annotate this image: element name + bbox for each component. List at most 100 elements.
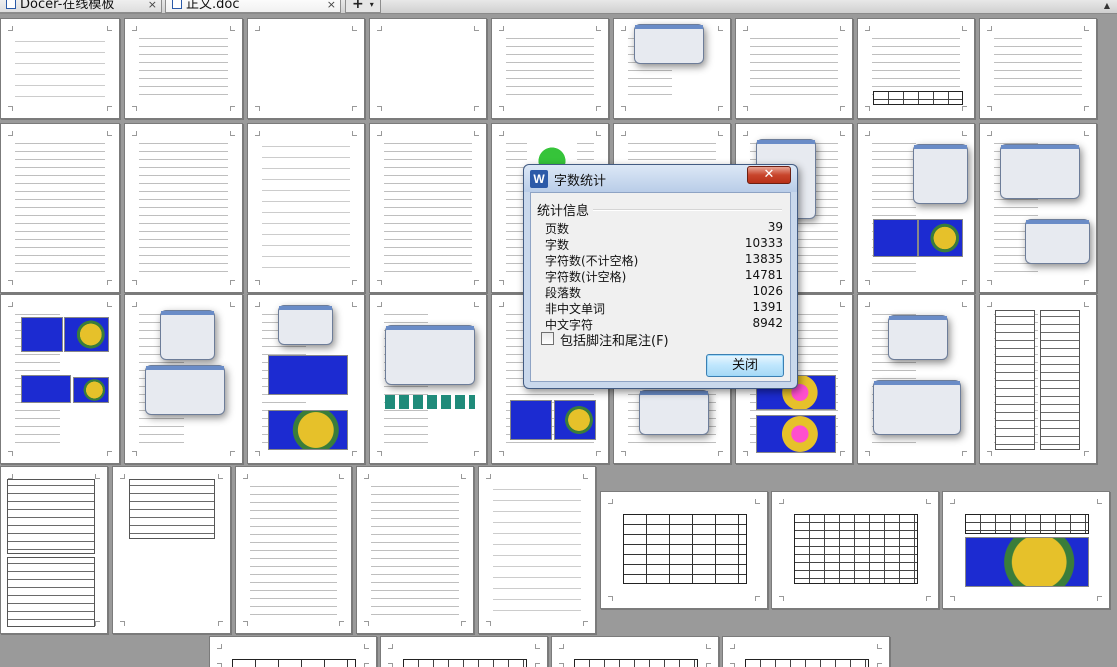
page-figure: [160, 310, 215, 360]
page-text-lines: [384, 138, 472, 274]
close-icon[interactable]: ×: [327, 0, 336, 12]
page-corner-mark: [987, 26, 992, 31]
page-text-lines: [15, 138, 105, 274]
page-corner-mark: [962, 106, 967, 111]
page-figure: [888, 315, 948, 360]
page-thumbnail[interactable]: [124, 18, 243, 119]
page-text-lines: [994, 33, 1082, 100]
page-corner-mark: [1084, 131, 1089, 136]
page-corner-mark: [535, 644, 540, 649]
page-corner-mark: [107, 131, 112, 136]
page-corner-mark: [461, 474, 466, 479]
page-corner-mark: [583, 474, 588, 479]
page-thumbnail[interactable]: [942, 491, 1110, 609]
stat-row-paragraphs: 段落数 1026: [545, 284, 783, 300]
page-thumbnail[interactable]: [0, 466, 108, 634]
page-corner-mark: [840, 106, 845, 111]
close-button[interactable]: 关闭: [706, 354, 784, 377]
page-corner-mark: [95, 621, 100, 626]
page-corner-mark: [596, 106, 601, 111]
page-corner-mark: [230, 131, 235, 136]
page-thumbnail[interactable]: [735, 18, 853, 119]
page-thumbnail[interactable]: [380, 636, 548, 667]
stat-row-chars-with-spaces: 字符数(计空格) 14781: [545, 268, 783, 284]
page-thumbnail[interactable]: [247, 18, 365, 119]
page-corner-mark: [499, 302, 504, 307]
page-thumbnail[interactable]: [979, 18, 1097, 119]
page-corner-mark: [755, 596, 760, 601]
stat-label: 段落数: [545, 286, 582, 300]
page-thumbnail[interactable]: [771, 491, 939, 609]
page-thumbnail[interactable]: [979, 294, 1097, 464]
page-thumbnail[interactable]: [551, 636, 719, 667]
page-thumbnail[interactable]: [124, 294, 243, 464]
page-thumbnail[interactable]: [857, 294, 975, 464]
page-thumbnail[interactable]: [600, 491, 768, 609]
dialog-close-button[interactable]: ✕: [747, 166, 791, 184]
page-corner-mark: [730, 644, 735, 649]
page-thumbnail[interactable]: [478, 466, 596, 634]
tab-docer-templates[interactable]: Docer-在线模板 ×: [0, 0, 162, 13]
page-thumbnail[interactable]: [235, 466, 352, 634]
page-corner-mark: [474, 451, 479, 456]
page-thumbnail[interactable]: [857, 18, 975, 119]
stat-value: 39: [767, 220, 783, 234]
page-thumbnail[interactable]: [491, 18, 609, 119]
page-corner-mark: [377, 451, 382, 456]
page-corner-mark: [377, 106, 382, 111]
page-thumbnail[interactable]: [247, 123, 365, 293]
page-corner-mark: [132, 280, 137, 285]
page-corner-mark: [779, 499, 784, 504]
tab-label: 正文.doc: [186, 0, 240, 12]
page-corner-mark: [8, 106, 13, 111]
page-thumbnail[interactable]: [613, 18, 731, 119]
page-corner-mark: [950, 499, 955, 504]
page-figure: [385, 325, 475, 385]
page-corner-mark: [243, 621, 248, 626]
new-tab-button[interactable]: + ▾: [345, 0, 381, 13]
page-thumbnail[interactable]: [209, 636, 377, 667]
group-divider: [589, 209, 782, 211]
page-thumbnail[interactable]: [722, 636, 890, 667]
scroll-up-arrow-icon[interactable]: ▲: [1101, 0, 1113, 12]
page-thumbnail[interactable]: [979, 123, 1097, 293]
tab-document[interactable]: 正文.doc ×: [165, 0, 341, 13]
page-thumbnail[interactable]: [0, 18, 120, 119]
page-corner-mark: [621, 106, 626, 111]
include-footnotes-label[interactable]: 包括脚注和尾注(F): [560, 330, 669, 349]
page-text-lines: [371, 481, 459, 615]
plus-icon: +: [352, 0, 364, 12]
page-thumbnail[interactable]: [247, 294, 365, 464]
page-corner-mark: [8, 280, 13, 285]
page-thumbnail[interactable]: [124, 123, 243, 293]
page-corner-mark: [95, 474, 100, 479]
page-corner-mark: [499, 280, 504, 285]
page-thumbnail[interactable]: [369, 123, 487, 293]
page-corner-mark: [877, 663, 882, 667]
dialog-titlebar[interactable]: W 字数统计 ✕: [524, 165, 797, 192]
page-corner-mark: [230, 302, 235, 307]
page-thumbnail[interactable]: [369, 294, 487, 464]
page-thumbnail[interactable]: [112, 466, 231, 634]
page-corner-mark: [255, 106, 260, 111]
page-figure: [1000, 144, 1080, 199]
page-figure: [268, 410, 348, 450]
page-corner-mark: [230, 280, 235, 285]
page-corner-mark: [1084, 280, 1089, 285]
page-corner-mark: [962, 26, 967, 31]
chevron-down-icon[interactable]: ▾: [370, 0, 374, 9]
page-figure: [1025, 219, 1090, 264]
page-thumbnail[interactable]: [369, 18, 487, 119]
close-icon[interactable]: ×: [148, 0, 157, 12]
page-corner-mark: [840, 302, 845, 307]
page-figure: [623, 514, 747, 584]
page-corner-mark: [132, 106, 137, 111]
page-corner-mark: [388, 644, 393, 649]
page-thumbnail[interactable]: [857, 123, 975, 293]
page-thumbnail[interactable]: [0, 294, 120, 464]
page-corner-mark: [779, 596, 784, 601]
page-corner-mark: [255, 131, 260, 136]
page-thumbnail[interactable]: [0, 123, 120, 293]
page-thumbnail[interactable]: [356, 466, 474, 634]
include-footnotes-checkbox[interactable]: [541, 332, 554, 345]
